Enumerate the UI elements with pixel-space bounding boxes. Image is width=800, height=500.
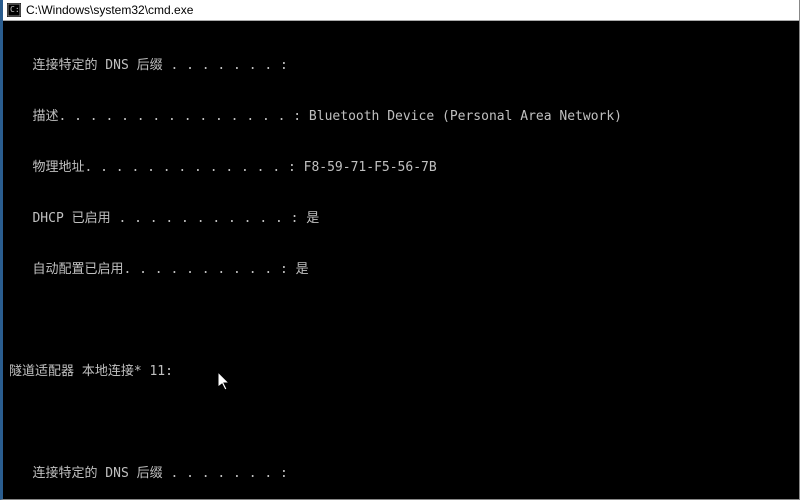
output-line: 描述. . . . . . . . . . . . . . . : Blueto… — [9, 108, 793, 125]
adapter-header: 隧道适配器 本地连接* 11: — [9, 363, 793, 380]
output-line: 物理地址. . . . . . . . . . . . . : F8-59-71… — [9, 159, 793, 176]
cmd-window: C: C:\Windows\system32\cmd.exe 连接特定的 DNS… — [0, 0, 800, 500]
terminal-area[interactable]: 连接特定的 DNS 后缀 . . . . . . . : 描述. . . . .… — [3, 21, 799, 499]
output-line: 连接特定的 DNS 后缀 . . . . . . . : — [9, 465, 793, 482]
window-title: C:\Windows\system32\cmd.exe — [26, 3, 193, 17]
blank-line — [9, 414, 793, 431]
svg-text:C:: C: — [10, 5, 20, 14]
blank-line — [9, 312, 793, 329]
titlebar[interactable]: C: C:\Windows\system32\cmd.exe — [3, 0, 799, 21]
output-line: 自动配置已启用. . . . . . . . . . : 是 — [9, 261, 793, 278]
output-line: 连接特定的 DNS 后缀 . . . . . . . : — [9, 57, 793, 74]
output-line: DHCP 已启用 . . . . . . . . . . . : 是 — [9, 210, 793, 227]
cmd-icon: C: — [7, 3, 21, 17]
